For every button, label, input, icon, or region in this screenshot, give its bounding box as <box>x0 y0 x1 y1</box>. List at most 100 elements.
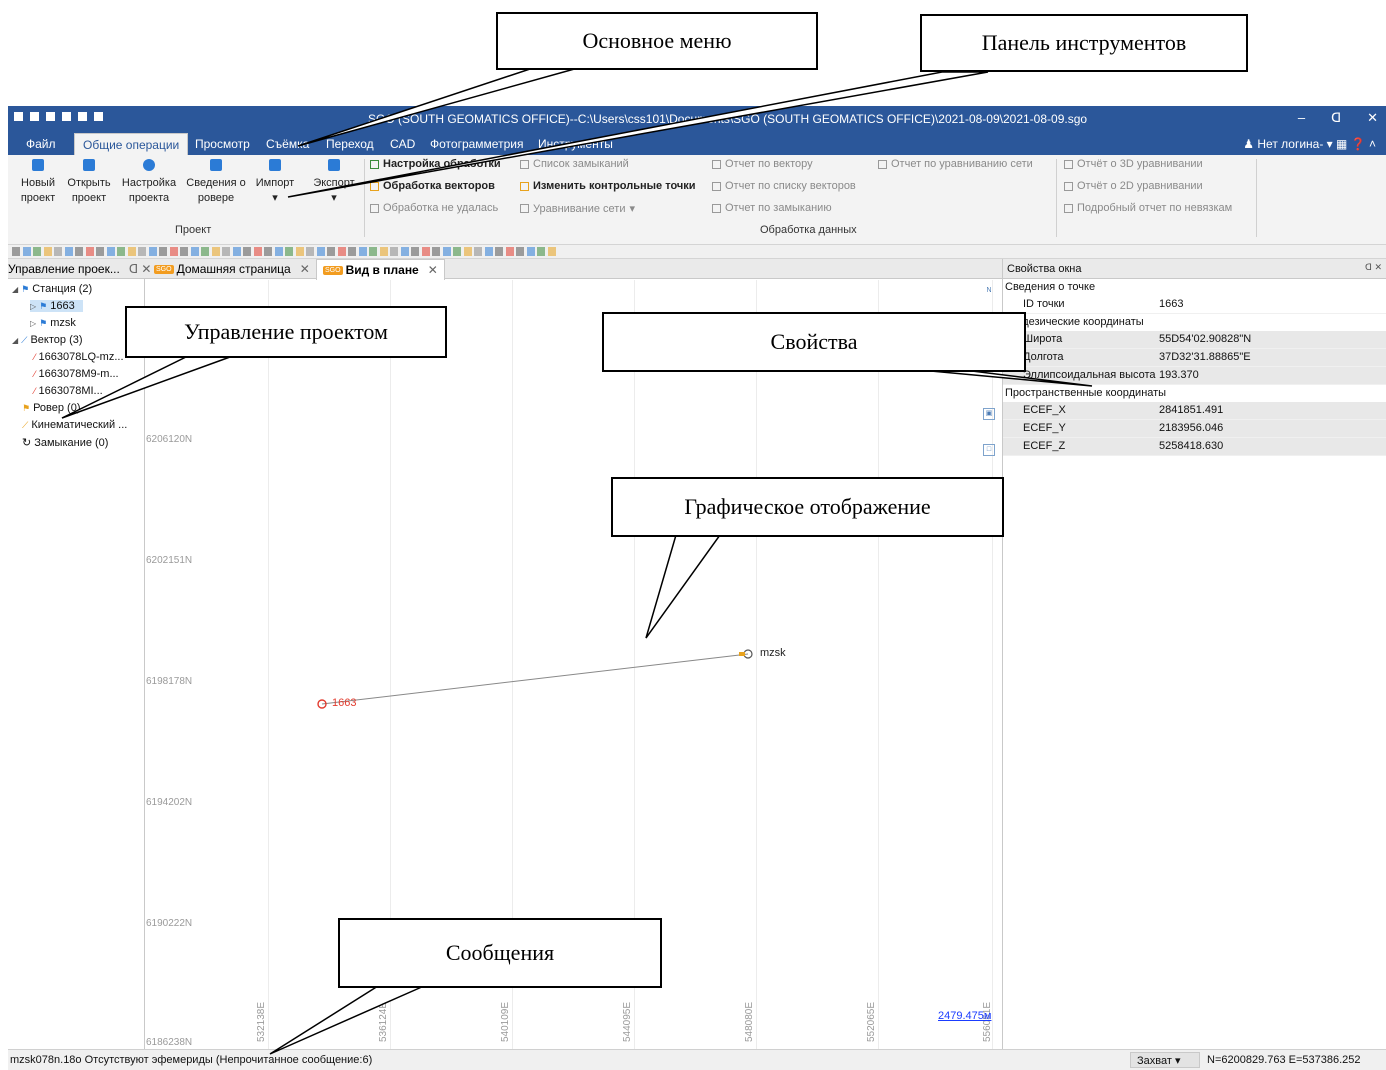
closure-report-button[interactable]: Отчет по замыканию <box>712 202 832 214</box>
toolbar-tool-icon[interactable] <box>390 247 398 256</box>
toolbar-tool-icon[interactable] <box>358 247 367 256</box>
toolbar-tool-icon[interactable] <box>295 247 304 256</box>
toolbar-tool-icon[interactable] <box>348 247 356 256</box>
toolbar-tool-icon[interactable] <box>463 247 472 256</box>
toolbar-tool-icon[interactable] <box>411 247 419 256</box>
toolbar-tool-icon[interactable] <box>85 247 94 256</box>
close-icon[interactable]: ✕ <box>300 262 310 276</box>
property-row[interactable]: ECEF_Y 2183956.046 <box>1003 420 1386 438</box>
closure-list-button[interactable]: Список замыканий <box>520 158 629 170</box>
toolbar-tool-icon[interactable] <box>243 247 251 256</box>
vector-report-button[interactable]: Отчет по вектору <box>712 158 813 170</box>
toolbar-tool-icon[interactable] <box>117 247 125 256</box>
toolbar-tool-icon[interactable] <box>106 247 115 256</box>
toolbar-tool-icon[interactable] <box>369 247 377 256</box>
property-row[interactable]: ECEF_Z 5258418.630 <box>1003 438 1386 456</box>
menu-general-operations[interactable]: Общие операции <box>74 133 189 155</box>
processing-settings-button[interactable]: Настройка обработки <box>370 158 501 170</box>
2d-adjustment-report-button[interactable]: Отчёт о 2D уравнивании <box>1064 180 1203 192</box>
toolbar-tool-icon[interactable] <box>33 247 41 256</box>
import-icon[interactable] <box>62 112 71 121</box>
menu-goto[interactable]: Переход <box>326 137 374 151</box>
toolbar-tool-icon[interactable] <box>337 247 346 256</box>
toolbar-tool-icon[interactable] <box>75 247 83 256</box>
toolbar-tool-icon[interactable] <box>253 247 262 256</box>
new-file-icon[interactable] <box>14 112 23 121</box>
toolbar-tool-icon[interactable] <box>516 247 524 256</box>
vector-list-report-button[interactable]: Отчет по списку векторов <box>712 180 856 192</box>
property-row[interactable]: Долгота 37D32'31.88865"E <box>1003 349 1386 367</box>
tree-vector-3[interactable]: ⁄ 1663078MI... <box>34 385 103 397</box>
toolbar-tool-icon[interactable] <box>64 247 73 256</box>
network-adjustment-button[interactable]: Уравнивание сети ▾ <box>520 202 635 215</box>
tab-home-page[interactable]: SGO Домашняя страница ✕ <box>154 262 310 276</box>
tree-vector-1[interactable]: ⁄ 1663078LQ-mz... <box>34 351 124 363</box>
toolbar-tool-icon[interactable] <box>159 247 167 256</box>
toolbar-tool-icon[interactable] <box>232 247 241 256</box>
status-message[interactable]: mzsk078n.18o Отсутствуют эфемериды (Непр… <box>10 1054 372 1066</box>
toolbar-tool-icon[interactable] <box>264 247 272 256</box>
toolbar-tool-icon[interactable] <box>211 247 220 256</box>
toolbar-tool-icon[interactable] <box>453 247 461 256</box>
toolbar-tool-icon[interactable] <box>442 247 451 256</box>
tree-vector-2[interactable]: ⁄ 1663078M9-m... <box>34 368 119 380</box>
toolbar-tool-icon[interactable] <box>169 247 178 256</box>
user-login[interactable]: ♟ Нет логина- ▾ ▦ ❓ ˄ <box>1243 137 1376 151</box>
toolbar-tool-icon[interactable] <box>127 247 136 256</box>
layers-icon[interactable] <box>94 112 103 121</box>
toolbar-tool-icon[interactable] <box>138 247 146 256</box>
property-row[interactable]: ECEF_X 2841851.491 <box>1003 402 1386 420</box>
toolbar-tool-icon[interactable] <box>537 247 545 256</box>
toolbar-tool-icon[interactable] <box>316 247 325 256</box>
close-icon[interactable]: ✕ <box>428 263 438 277</box>
toolbar-tool-icon[interactable] <box>180 247 188 256</box>
tab-project-management[interactable]: Управление проек... ᗡ ✕ <box>8 262 151 276</box>
toolbar-tool-icon[interactable] <box>306 247 314 256</box>
menu-tools[interactable]: Инструменты <box>538 137 613 151</box>
toolbar-tool-icon[interactable] <box>484 247 493 256</box>
tree-station[interactable]: ◢ ⚑ Станция (2) <box>12 283 92 295</box>
menu-cad[interactable]: CAD <box>390 137 415 151</box>
project-settings-button[interactable]: Настройка проекта <box>118 159 180 206</box>
toolbar-tool-icon[interactable] <box>547 247 556 256</box>
rover-info-button[interactable]: Сведения о ровере <box>182 159 250 206</box>
north-arrow-icon[interactable]: N <box>983 286 995 298</box>
open-project-button[interactable]: Открыть проект <box>64 159 114 206</box>
settings-icon[interactable] <box>78 112 87 121</box>
menu-photogrammetry[interactable]: Фотограмметрия <box>430 137 523 151</box>
open-file-icon[interactable] <box>30 112 39 121</box>
toolbar-tool-icon[interactable] <box>505 247 514 256</box>
save-icon[interactable] <box>46 112 55 121</box>
toolbar-tool-icon[interactable] <box>327 247 335 256</box>
toolbar-tool-icon[interactable] <box>201 247 209 256</box>
menu-survey[interactable]: Съёмка <box>266 137 309 151</box>
tree-rover[interactable]: ⚑ Ровер (0) <box>22 402 81 414</box>
toolbar-tool-icon[interactable] <box>400 247 409 256</box>
toolbar-tool-icon[interactable] <box>474 247 482 256</box>
pin-close-icon[interactable]: ᗡ ✕ <box>129 262 152 276</box>
3d-adjustment-report-button[interactable]: Отчёт о 3D уравнивании <box>1064 158 1203 170</box>
minimize-button[interactable]: – <box>1298 110 1305 126</box>
pin-close-icon[interactable]: ᗡ ✕ <box>1365 262 1382 273</box>
edit-control-points-button[interactable]: Изменить контрольные точки <box>520 180 696 192</box>
toolbar-tool-icon[interactable] <box>54 247 62 256</box>
new-project-button[interactable]: Новый проект <box>14 159 62 206</box>
menu-view[interactable]: Просмотр <box>195 137 250 151</box>
close-button[interactable]: ✕ <box>1367 110 1378 126</box>
toolbar-tool-icon[interactable] <box>22 247 31 256</box>
zoom-extent-icon[interactable]: ▣ <box>983 408 995 420</box>
toolbar-tool-icon[interactable] <box>96 247 104 256</box>
toolbar-tool-icon[interactable] <box>190 247 199 256</box>
toolbar-tool-icon[interactable] <box>526 247 535 256</box>
tree-closure[interactable]: ↻ Замыкание (0) <box>22 436 108 450</box>
processing-failed-button[interactable]: Обработка не удалась <box>370 202 498 214</box>
tab-plan-view[interactable]: SGO Вид в плане ✕ <box>316 259 445 280</box>
tree-station-mzsk[interactable]: ▷ ⚑ mzsk <box>30 317 76 329</box>
toolbar-tool-icon[interactable] <box>495 247 503 256</box>
toolbar-tool-icon[interactable] <box>274 247 283 256</box>
capture-dropdown[interactable]: Захват ▾ <box>1130 1052 1200 1068</box>
vector-line[interactable] <box>321 653 749 705</box>
import-button[interactable]: Импорт ▾ <box>252 159 298 206</box>
menu-file[interactable]: Файл <box>26 137 56 151</box>
export-button[interactable]: Экспорт ▾ <box>310 159 358 206</box>
